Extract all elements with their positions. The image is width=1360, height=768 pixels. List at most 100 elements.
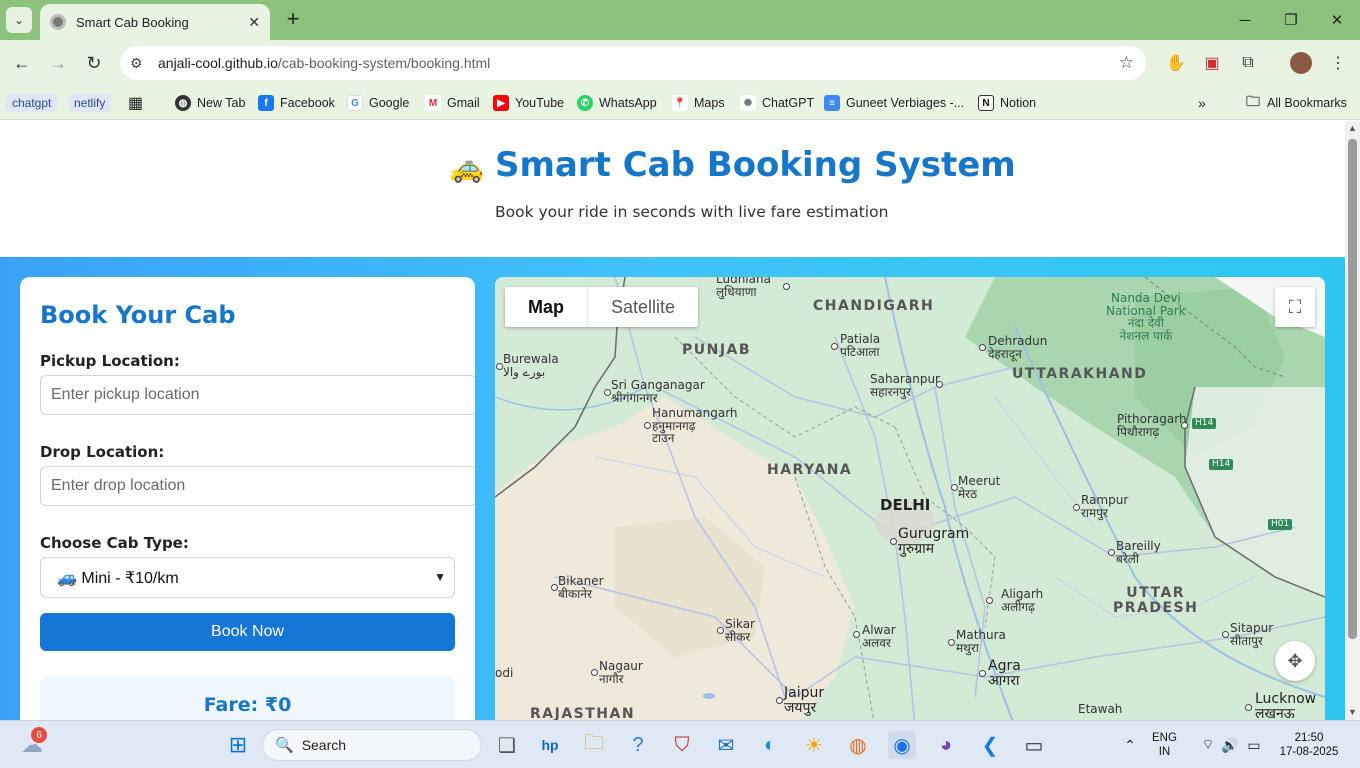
pickup-input[interactable] [40,375,475,415]
drop-label: Drop Location: [40,443,165,461]
bookmark-new-tab[interactable]: ◍ New Tab [175,93,245,113]
bookmarks-bar: chatgpt netlify ▦ ◍ New Tab f Facebook G Go… [0,86,1360,120]
page-subtitle: Book your ride in seconds with live fare… [495,203,889,221]
chrome-icon[interactable]: ◉ [888,731,916,759]
bookmark-label: Google [369,96,410,110]
tab-title: Smart Cab Booking [76,14,189,30]
bookmark-star-icon[interactable]: ☆ [1119,53,1134,73]
all-bookmarks-label: All Bookmarks [1267,96,1347,110]
maps-icon: 📍 [672,95,688,111]
menu-kebab-icon[interactable]: ⋮ [1327,52,1349,74]
clock-time: 21:50 [1294,732,1324,744]
bookmark-facebook[interactable]: f Facebook [258,93,335,113]
mcafee-icon[interactable]: ⛉ [668,731,696,759]
map-label-rajasthan: RAJASTHAN [530,706,636,720]
file-explorer-icon[interactable]: 🗀 [580,731,608,759]
apps-grid-icon[interactable]: ▦ [128,93,143,113]
outlook-icon[interactable]: ✉ [712,731,740,759]
bookmark-label: Guneet Verbiages -... [846,96,965,110]
bookmark-gmail[interactable]: M Gmail [425,93,480,113]
hp-icon[interactable]: hp [536,731,564,759]
address-bar[interactable]: ⚙ anjali-cool.github.io/cab-booking-syst… [120,46,1146,80]
bookmark-chatgpt[interactable]: ✺ ChatGPT [740,93,814,113]
booking-heading: Book Your Cab [40,301,236,329]
bookmark-google[interactable]: G Google [347,93,409,113]
windows-start-icon[interactable]: ⊞ [224,731,252,759]
bookmark-chatgpt-chip[interactable]: chatgpt [6,93,58,113]
page-scrollbar[interactable]: ▲ ▼ [1345,121,1360,720]
bookmark-guneet-verbiages[interactable]: ≡ Guneet Verbiages -... [824,93,964,113]
bookmark-netlify-chip[interactable]: netlify [68,93,112,113]
vscode-icon[interactable]: ❮ [976,731,1004,759]
tray-chevron-up-icon[interactable]: ⌃ [1116,731,1144,759]
minimize-button[interactable]: ─ [1222,0,1268,40]
extensions-puzzle-icon[interactable]: ⧉ [1237,52,1259,74]
close-tab-icon[interactable]: ✕ [248,14,260,31]
forward-button[interactable]: → [46,51,70,75]
map-city-marker [936,381,943,388]
map-city-marker [1245,704,1252,711]
map-city-marker [644,422,651,429]
site-info-icon[interactable]: ⚙ [130,55,150,72]
extension-pocket-icon[interactable]: ▣ [1201,52,1223,74]
drop-input[interactable] [40,466,475,506]
settings-sun-icon[interactable]: ☀ [800,731,828,759]
map-view[interactable]: Map Satellite ⛶ ✥ Ludhiana लुधियाणा CHAN… [495,277,1325,720]
main-content: Book Your Cab Pickup Location: Drop Loca… [0,257,1345,720]
close-window-button[interactable]: ✕ [1314,0,1360,40]
more-bookmarks-chevron-icon[interactable]: » [1198,93,1206,113]
scrollbar-thumb[interactable] [1348,139,1357,639]
satellite-tab-button[interactable]: Satellite [587,287,698,327]
book-now-button[interactable]: Book Now [40,613,455,651]
bookmark-notion[interactable]: N Notion [978,93,1036,113]
clock[interactable]: 21:50 17-08-2025 [1272,731,1346,759]
map-city-marker [986,597,993,604]
bookmark-youtube[interactable]: ▶ YouTube [493,93,564,113]
notion-icon: N [978,95,994,111]
map-label-meerut: Meerut मेरठ [958,474,1001,501]
url-path: /cab-booking-system/booking.html [277,55,491,71]
map-tab-button[interactable]: Map [505,287,587,327]
map-label-chandigarh: CHANDIGARH [813,298,935,314]
taxi-icon: 🚕 [449,152,484,183]
tab-search-button[interactable]: ⌄ [6,7,32,33]
new-tab-button[interactable]: + [282,8,304,30]
browser-tab[interactable]: Smart Cab Booking ✕ [40,4,270,40]
chevron-down-icon: ▼ [434,570,446,584]
extension-brave-icon[interactable]: ✋ [1165,52,1187,74]
bookmark-maps[interactable]: 📍 Maps [672,93,725,113]
map-label-sitapur: Sitapur सीतापुर [1230,621,1274,648]
language-indicator[interactable]: ENG IN [1152,731,1177,759]
map-type-toggle: Map Satellite [505,287,699,327]
back-button[interactable]: ← [10,51,34,75]
map-label-punjab: PUNJAB [682,342,752,358]
scroll-down-arrow-icon[interactable]: ▼ [1348,707,1357,717]
map-city-marker [1073,504,1080,511]
bookmark-label: New Tab [197,96,246,110]
terminal-icon[interactable]: ▭ [1020,731,1048,759]
restore-button[interactable]: ❐ [1268,0,1314,40]
profile-avatar[interactable] [1290,52,1312,74]
app-orange-icon[interactable]: ◍ [844,731,872,759]
map-city-marker [551,584,558,591]
github-icon[interactable]: ◕ [932,731,960,759]
map-city-marker [979,670,986,677]
map-city-marker [1181,422,1188,429]
cab-type-select[interactable]: 🚙 Mini - ₹10/km ▼ [40,557,455,598]
all-bookmarks[interactable]: 🗀 All Bookmarks [1245,93,1347,113]
camera-control-icon[interactable]: ✥ [1275,641,1315,681]
battery-icon[interactable]: ▭ [1240,731,1268,759]
url-host: anjali-cool.github.io [158,55,278,71]
map-city-marker [951,484,958,491]
help-icon[interactable]: ? [624,731,652,759]
taskbar-search[interactable]: 🔍 Search [262,729,482,761]
task-view-icon[interactable]: ❏ [493,731,521,759]
map-city-marker [948,639,955,646]
map-label-aligarh: Aligarh अलीगढ़ [1001,587,1044,614]
scroll-up-arrow-icon[interactable]: ▲ [1348,123,1357,133]
bookmark-whatsapp[interactable]: ✆ WhatsApp [577,93,657,113]
edge-icon[interactable]: ◐ [756,731,784,759]
map-city-marker [1222,631,1229,638]
fullscreen-icon[interactable]: ⛶ [1275,287,1315,327]
reload-button[interactable]: ↻ [82,51,106,75]
